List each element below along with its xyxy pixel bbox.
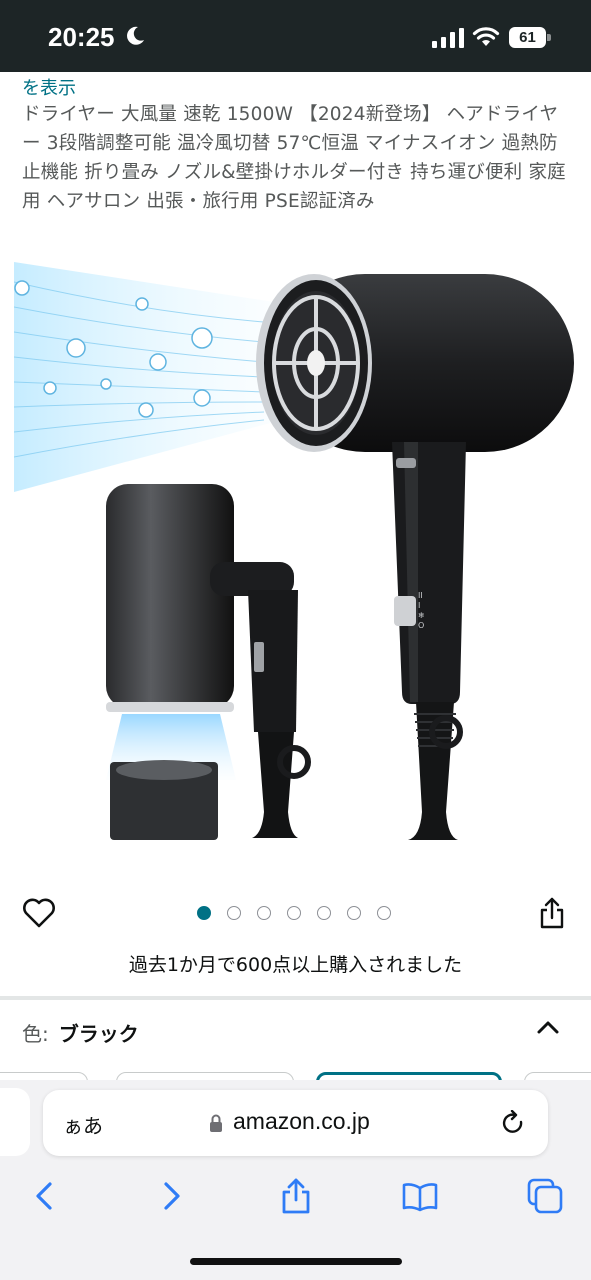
chevron-up-icon[interactable] xyxy=(536,1018,560,1036)
purchase-count-text: 過去1か月で600点以上購入されました xyxy=(128,954,463,976)
forward-icon[interactable] xyxy=(154,1178,190,1214)
previous-tab-peek[interactable] xyxy=(0,1088,30,1156)
address-bar[interactable]: ぁあ amazon.co.jp xyxy=(43,1090,548,1156)
wifi-icon xyxy=(472,27,500,46)
tabs-icon[interactable] xyxy=(527,1178,563,1214)
lock-icon xyxy=(210,1114,222,1132)
carousel-dot[interactable] xyxy=(287,906,301,920)
svg-text:I: I xyxy=(418,601,420,610)
reload-icon[interactable] xyxy=(501,1110,527,1138)
svg-text:II: II xyxy=(418,591,423,600)
color-value: ブラック xyxy=(58,1022,139,1046)
text-size-button[interactable]: ぁあ xyxy=(63,1110,103,1139)
see-more-link[interactable]: を表示 xyxy=(22,74,76,100)
moon-icon xyxy=(127,26,144,45)
carousel-dot[interactable] xyxy=(347,906,361,920)
image-carousel-dots xyxy=(197,906,391,922)
status-time: 20:25 xyxy=(48,22,115,52)
cellular-signal-icon xyxy=(432,28,464,48)
carousel-dot[interactable] xyxy=(197,906,211,920)
svg-text:❄: ❄ xyxy=(418,611,425,620)
svg-text:O: O xyxy=(418,621,424,630)
color-label: 色: xyxy=(22,1022,49,1046)
battery-level: 61 xyxy=(509,27,546,48)
battery-icon: 61 xyxy=(509,27,551,48)
status-bar: 20:25 61 xyxy=(0,0,591,72)
carousel-dot[interactable] xyxy=(227,906,241,920)
section-divider xyxy=(0,996,591,1000)
carousel-dot[interactable] xyxy=(377,906,391,920)
url-text[interactable]: amazon.co.jp xyxy=(233,1108,370,1135)
carousel-dot[interactable] xyxy=(317,906,331,920)
bookmarks-icon[interactable] xyxy=(402,1178,438,1214)
product-title: ドライヤー 大風量 速乾 1500W 【2024新登场】 ヘアドライヤー 3段階… xyxy=(22,104,566,212)
share-icon[interactable] xyxy=(538,896,566,930)
share-icon[interactable] xyxy=(278,1178,314,1214)
back-icon[interactable] xyxy=(26,1178,62,1214)
heart-icon[interactable] xyxy=(22,897,56,929)
color-selector[interactable]: 色: ブラック xyxy=(22,1018,139,1047)
carousel-dot[interactable] xyxy=(257,906,271,920)
home-indicator xyxy=(190,1258,402,1265)
product-image[interactable]: II I ❄ O xyxy=(14,262,577,844)
